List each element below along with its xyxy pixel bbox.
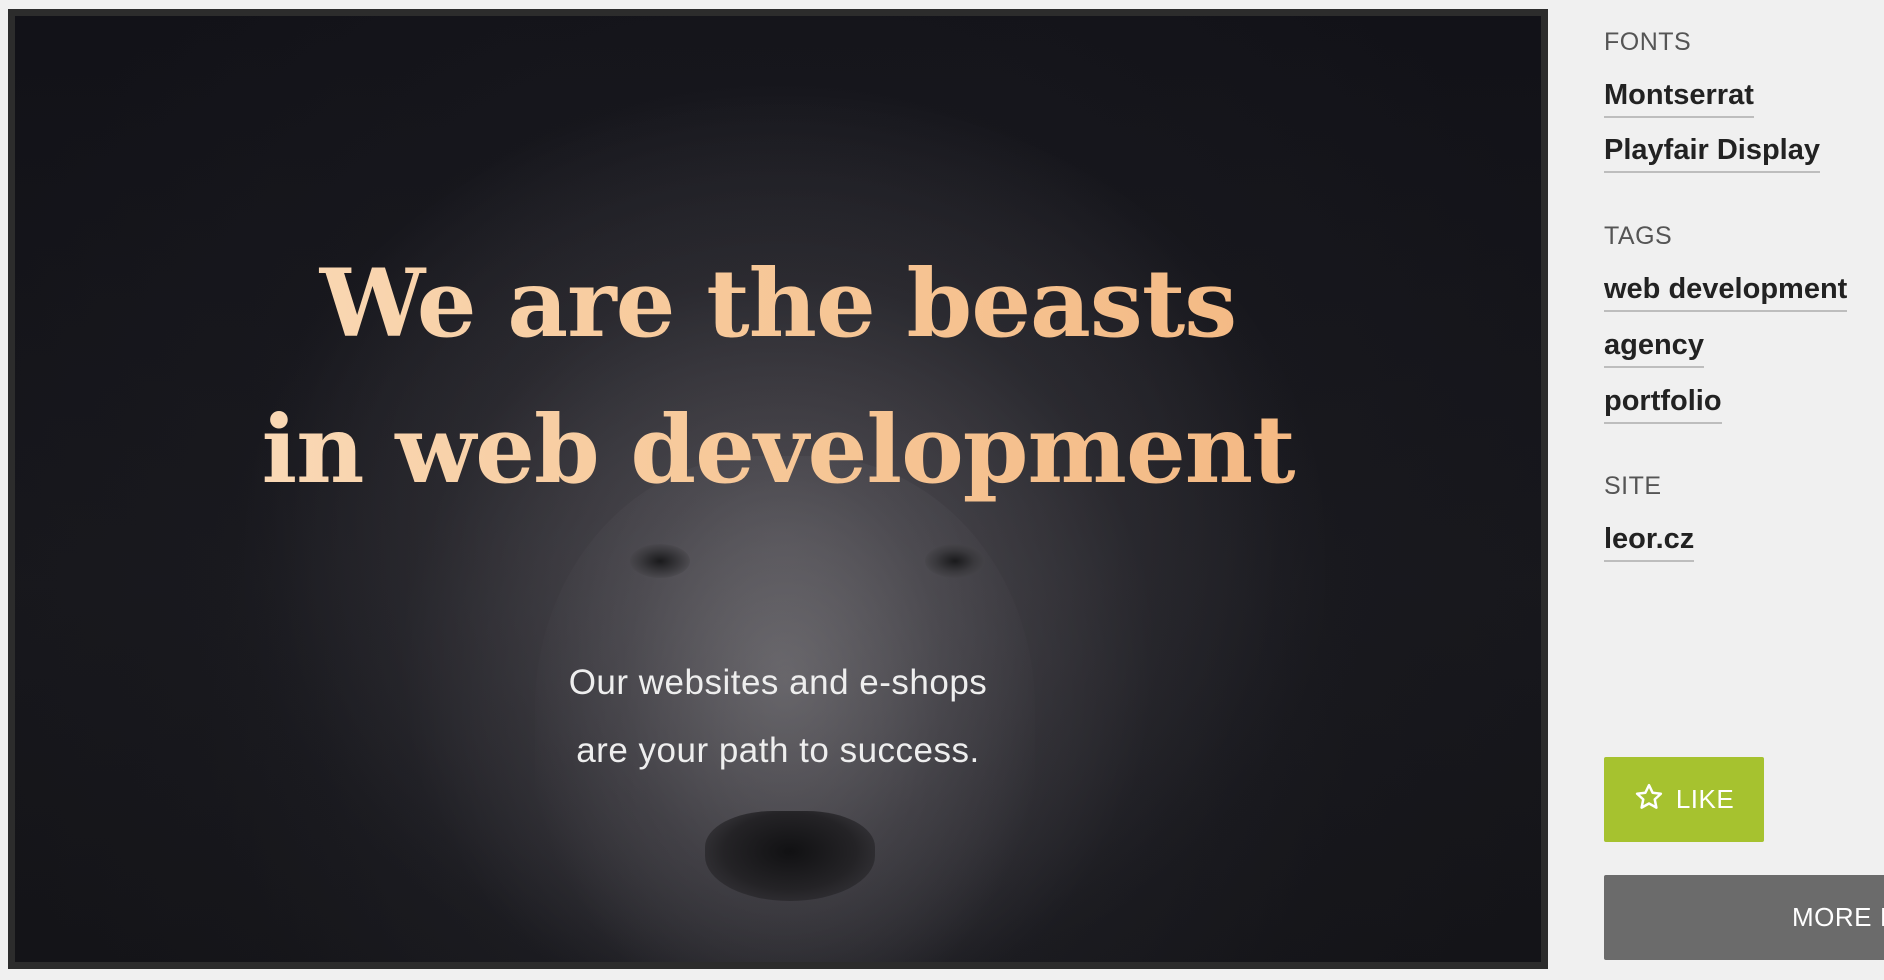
lion-eye-left	[630, 544, 690, 578]
like-label: LIKE	[1675, 784, 1735, 814]
like-button[interactable]: LIKE	[1604, 757, 1764, 842]
tag-link-agency[interactable]: agency	[1604, 328, 1704, 368]
font-link-montserrat[interactable]: Montserrat	[1604, 78, 1754, 118]
site-preview-image[interactable]: We are the beasts in web development Our…	[8, 9, 1548, 969]
preview-subtext: Our websites and e-shops are your path t…	[15, 649, 1541, 785]
headline-line-1: We are the beasts	[319, 249, 1237, 359]
site-label: SITE	[1604, 472, 1662, 500]
fonts-label: FONTS	[1604, 28, 1692, 56]
font-link-playfair-display[interactable]: Playfair Display	[1604, 133, 1820, 173]
tag-link-portfolio[interactable]: portfolio	[1604, 384, 1722, 424]
subtext-line-1: Our websites and e-shops	[568, 663, 988, 702]
headline-line-2: in web development	[261, 395, 1295, 505]
tag-link-web-development[interactable]: web development	[1604, 272, 1848, 312]
details-sidebar: FONTS Montserrat Playfair Display TAGS w…	[1604, 0, 1884, 980]
preview-headline: We are the beasts in web development	[15, 231, 1541, 523]
star-outline-icon	[1634, 782, 1664, 817]
more-info-button[interactable]: MORE IN	[1604, 875, 1884, 960]
tags-label: TAGS	[1604, 222, 1673, 250]
more-info-label: MORE IN	[1792, 902, 1884, 932]
page: We are the beasts in web development Our…	[0, 0, 1884, 980]
lion-eye-right	[925, 544, 985, 578]
site-link[interactable]: leor.cz	[1604, 522, 1695, 562]
subtext-line-2: are your path to success.	[576, 731, 980, 770]
lion-nose	[705, 811, 875, 901]
